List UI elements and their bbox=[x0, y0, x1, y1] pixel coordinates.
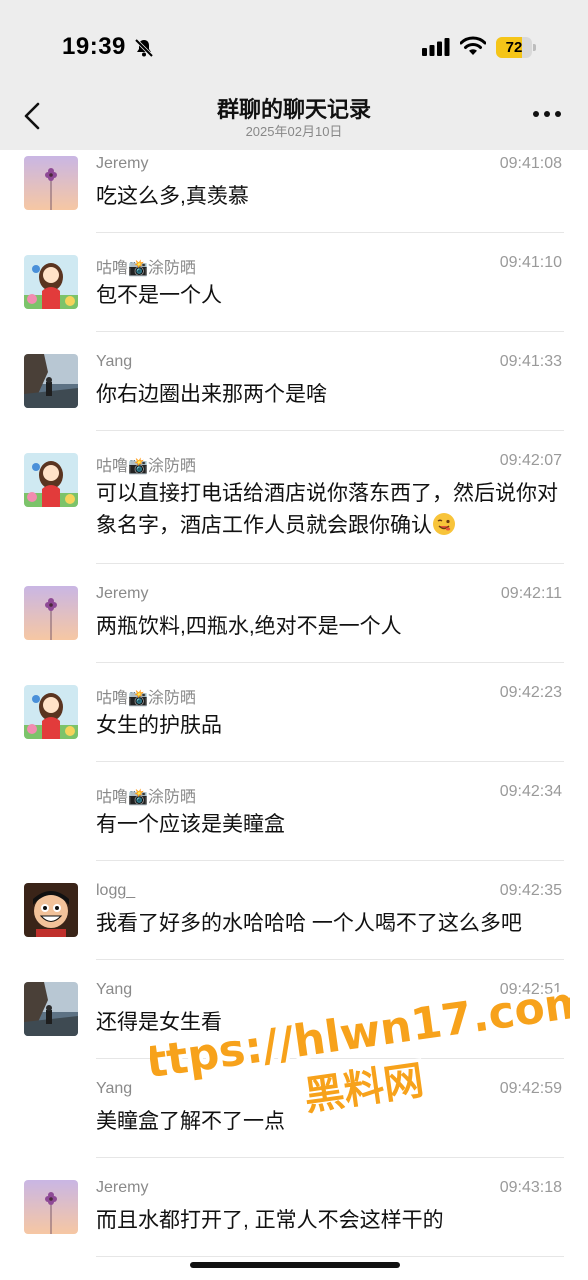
message-text: 可以直接打电话给酒店说你落东西了，然后说你对象名字，酒店工作人员就会跟你确认 bbox=[96, 482, 558, 537]
message-time: 09:42:35 bbox=[499, 882, 562, 899]
sender-name: Jeremy bbox=[96, 1179, 149, 1196]
message-time: 09:42:07 bbox=[499, 452, 562, 469]
message-time: 09:42:34 bbox=[499, 783, 562, 800]
divider bbox=[96, 761, 564, 762]
divider bbox=[96, 563, 564, 564]
flower-avatar[interactable] bbox=[24, 1180, 78, 1234]
wifi-icon bbox=[460, 36, 486, 55]
message-time: 09:41:33 bbox=[499, 353, 562, 370]
flower-avatar[interactable] bbox=[24, 586, 78, 640]
list-item[interactable]: 咕噜📸涂防晒 09:42:34 有一个应该是美瞳盒 bbox=[0, 778, 588, 860]
status-time: 19:39 bbox=[62, 33, 126, 60]
message-time: 09:42:11 bbox=[500, 585, 562, 602]
sender-name: 咕噜📸涂防晒 bbox=[96, 789, 196, 806]
divider bbox=[96, 430, 564, 431]
divider bbox=[96, 1256, 564, 1257]
message-time: 09:41:08 bbox=[499, 155, 562, 172]
back-chevron-icon[interactable] bbox=[16, 96, 50, 136]
seaside-avatar[interactable] bbox=[24, 982, 78, 1036]
sender-name: logg_ bbox=[96, 882, 136, 899]
list-item[interactable]: Yang 09:42:59 美瞳盒了解不了一点 bbox=[0, 1075, 588, 1157]
girl-avatar[interactable] bbox=[24, 685, 78, 739]
list-item[interactable]: 咕噜📸涂防晒 09:42:23 女生的护肤品 bbox=[0, 679, 588, 761]
page-subtitle-date: 2025年02月10日 bbox=[245, 124, 343, 139]
message-text: 两瓶饮料,四瓶水,绝对不是一个人 bbox=[96, 615, 402, 638]
message-time: 09:43:18 bbox=[499, 1179, 562, 1196]
page-title: 群聊的聊天记录 bbox=[216, 97, 371, 122]
divider bbox=[96, 662, 564, 663]
flower-avatar[interactable] bbox=[24, 156, 78, 210]
message-text: 有一个应该是美瞳盒 bbox=[96, 813, 285, 836]
home-indicator[interactable] bbox=[190, 1262, 400, 1268]
battery-percent: 72 bbox=[505, 39, 523, 56]
sender-name: 咕噜📸涂防晒 bbox=[96, 690, 196, 707]
list-item[interactable]: Jeremy 09:41:08 吃这么多,真羡慕 bbox=[0, 150, 588, 232]
message-text: 美瞳盒了解不了一点 bbox=[96, 1110, 285, 1133]
seaside-avatar[interactable] bbox=[24, 354, 78, 408]
sender-name: Jeremy bbox=[96, 585, 149, 602]
message-time: 09:42:23 bbox=[499, 684, 562, 701]
list-item[interactable]: Jeremy 09:43:18 而且水都打开了, 正常人不会这样干的 bbox=[0, 1174, 588, 1256]
list-item[interactable]: Yang 09:42:51 还得是女生看 bbox=[0, 976, 588, 1058]
sender-name: Jeremy bbox=[96, 155, 149, 172]
list-item[interactable]: 咕噜📸涂防晒 09:42:07 可以直接打电话给酒店说你落东西了，然后说你对象名… bbox=[0, 447, 588, 563]
girl-avatar[interactable] bbox=[24, 255, 78, 309]
message-text: 女生的护肤品 bbox=[96, 714, 222, 737]
message-text: 我看了好多的水哈哈哈 一个人喝不了这么多吧 bbox=[96, 912, 522, 935]
message-text: 你右边圈出来那两个是啥 bbox=[96, 383, 327, 406]
sender-name: 咕噜📸涂防晒 bbox=[96, 458, 196, 475]
list-item[interactable]: 咕噜📸涂防晒 09:41:10 包不是一个人 bbox=[0, 249, 588, 331]
message-text: 吃这么多,真羡慕 bbox=[96, 185, 249, 208]
message-time: 09:42:51 bbox=[499, 981, 562, 998]
divider bbox=[96, 232, 564, 233]
message-text: 而且水都打开了, 正常人不会这样干的 bbox=[96, 1209, 444, 1232]
battery-icon: 72 bbox=[496, 37, 536, 58]
divider bbox=[96, 860, 564, 861]
list-item[interactable]: Yang 09:41:33 你右边圈出来那两个是啥 bbox=[0, 348, 588, 430]
message-time: 09:42:59 bbox=[499, 1080, 562, 1097]
sender-name: 咕噜📸涂防晒 bbox=[96, 260, 196, 277]
list-item[interactable]: logg_ 09:42:35 我看了好多的水哈哈哈 一个人喝不了这么多吧 bbox=[0, 877, 588, 959]
more-options-icon[interactable] bbox=[530, 104, 564, 124]
girl-avatar[interactable] bbox=[24, 453, 78, 507]
sender-name: Yang bbox=[96, 981, 133, 998]
list-item[interactable]: Jeremy 09:42:11 两瓶饮料,四瓶水,绝对不是一个人 bbox=[0, 580, 588, 662]
sender-name: Yang bbox=[96, 1080, 133, 1097]
message-time: 09:41:10 bbox=[499, 254, 562, 271]
sender-name: Yang bbox=[96, 353, 133, 370]
divider bbox=[96, 959, 564, 960]
wink-emoji-icon bbox=[433, 513, 455, 535]
bell-muted-icon bbox=[134, 38, 154, 58]
divider bbox=[96, 331, 564, 332]
cartoon-avatar[interactable] bbox=[24, 883, 78, 937]
message-text: 还得是女生看 bbox=[96, 1011, 222, 1034]
divider bbox=[96, 1157, 564, 1158]
divider bbox=[96, 1058, 564, 1059]
header-area: 19:39 72 群聊的聊天记录 2025年02月10日 bbox=[0, 0, 588, 150]
cellular-signal-icon bbox=[422, 38, 450, 56]
message-text: 包不是一个人 bbox=[96, 284, 222, 307]
